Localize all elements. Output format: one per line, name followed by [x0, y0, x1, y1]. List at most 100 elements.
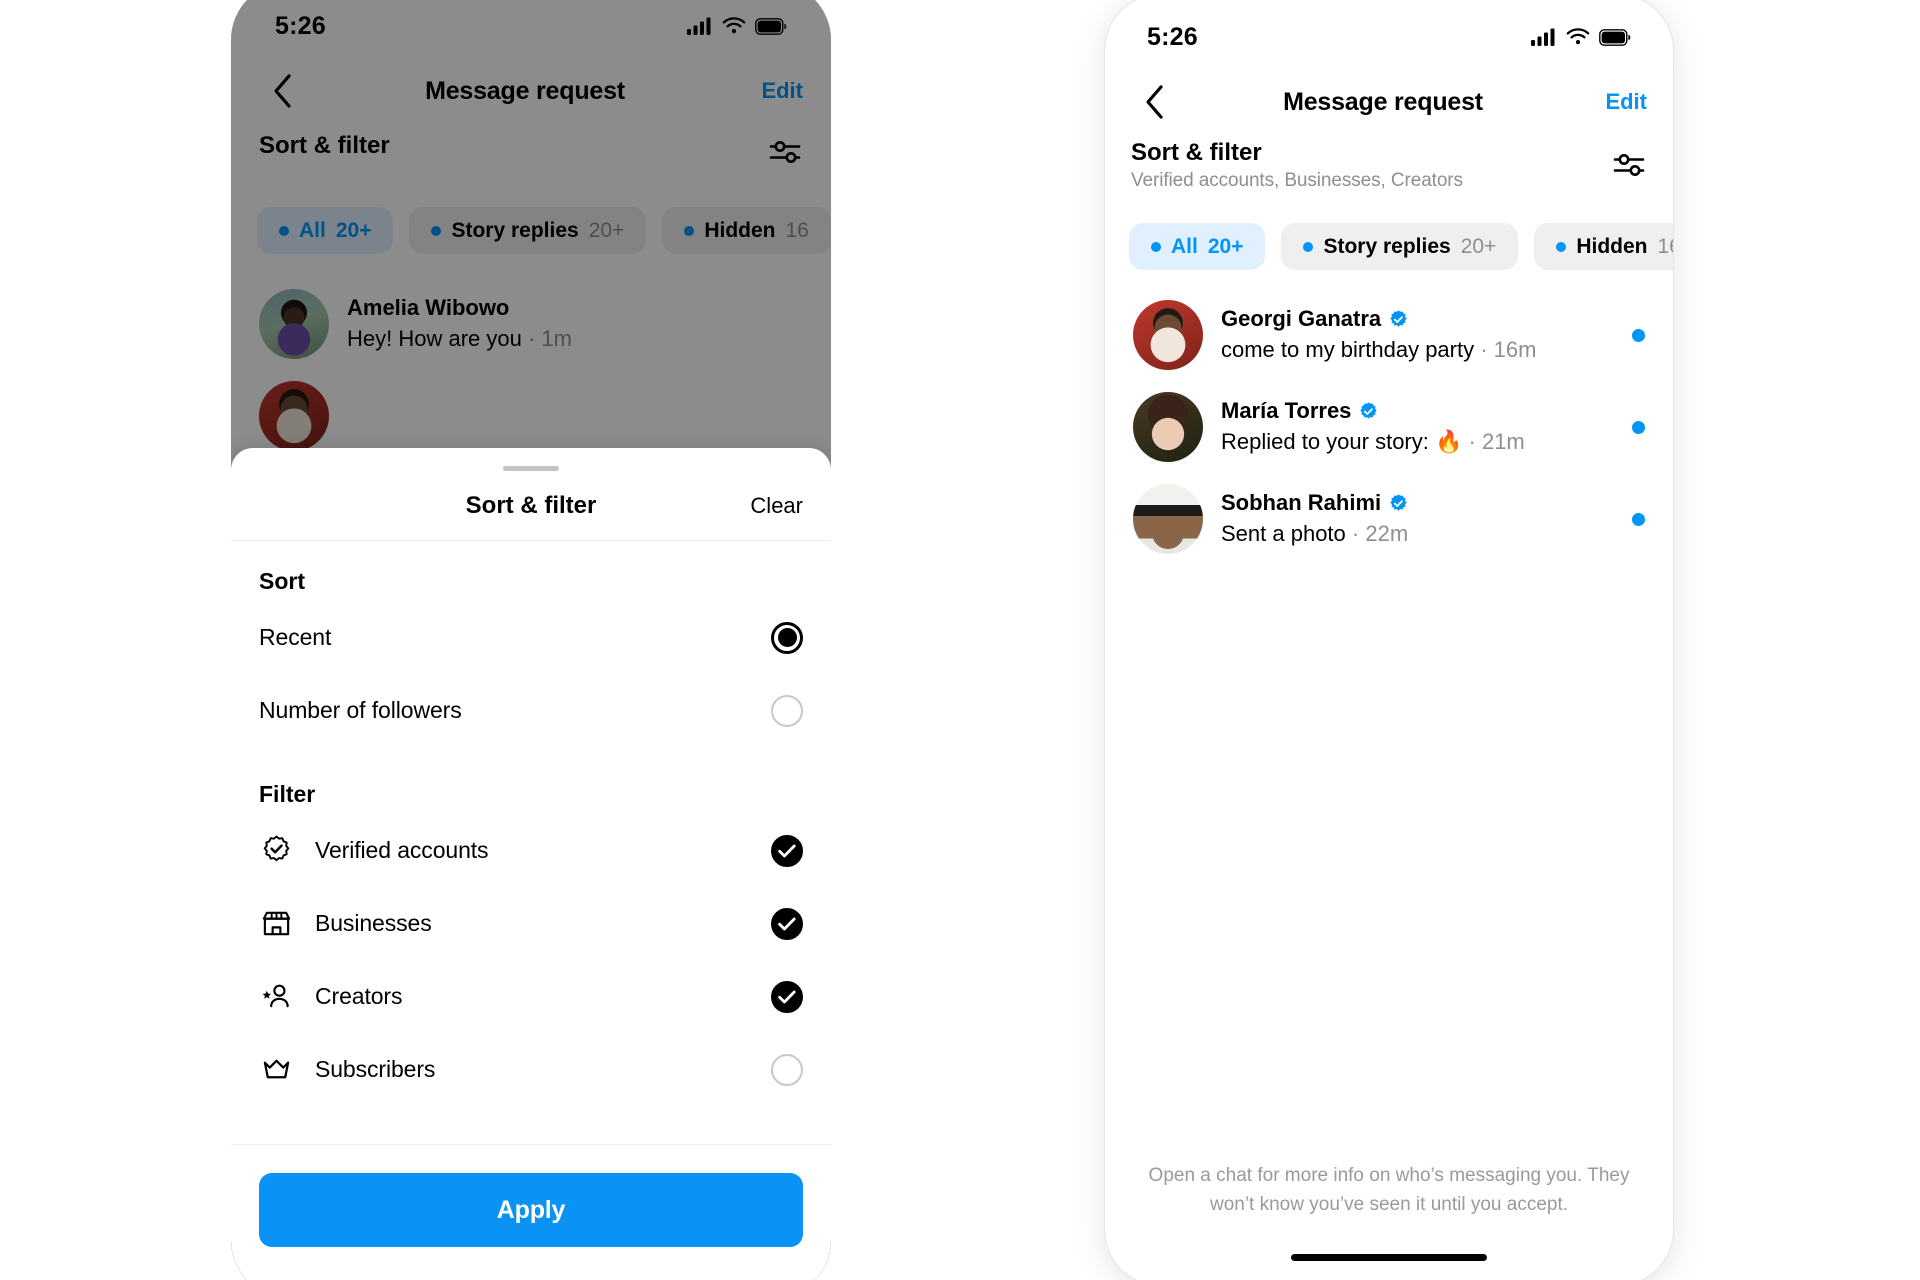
list-item[interactable]: Sobhan Rahimi Sent a photo · 22m — [1105, 473, 1673, 565]
home-indicator — [1291, 1254, 1487, 1261]
radio-recent[interactable] — [771, 621, 803, 654]
disclaimer-line-1: Open a chat for more info on who’s messa… — [1148, 1165, 1630, 1186]
check-icon — [778, 917, 796, 930]
crown-icon — [259, 1054, 293, 1085]
list-item[interactable]: María Torres Replied to your story: 🔥 · … — [1105, 381, 1673, 473]
preview-text: come to my birthday party — [1221, 337, 1475, 363]
checkbox-subscribers[interactable] — [771, 1053, 803, 1086]
screenshot-stage: 5:26 Message request Edit Sort & filter … — [0, 0, 1920, 1280]
sort-filter-subtitle: Verified accounts, Businesses, Creators — [1131, 169, 1463, 191]
check-icon — [778, 990, 796, 1003]
chip-label: Hidden — [1576, 234, 1648, 258]
sender-name: Sobhan Rahimi — [1221, 489, 1382, 515]
sort-filter-button[interactable] — [1613, 139, 1647, 186]
chip-hidden[interactable]: Hidden 16 — [1534, 223, 1673, 270]
sheet-body: Sort Recent Number of followers Filter V… — [231, 541, 831, 1106]
verified-badge-icon — [259, 835, 293, 866]
avatar — [1133, 300, 1203, 370]
message-text: Georgi Ganatra come to my birthday party… — [1221, 305, 1614, 365]
message-preview: come to my birthday party · 16m — [1221, 337, 1537, 363]
filter-option-businesses[interactable]: Businesses — [259, 887, 803, 960]
cellular-signal-icon — [1531, 28, 1555, 46]
preview-time: 16m — [1493, 337, 1537, 363]
check-icon — [778, 844, 796, 857]
preview-text: Sent a photo — [1221, 521, 1346, 547]
option-label: Recent — [259, 624, 332, 650]
chip-label: Story replies — [1323, 234, 1451, 258]
left-screen: 5:26 Message request Edit Sort & filter … — [231, 0, 831, 1280]
filter-chips-right: All 20+ Story replies 20+ Hidden 16 — [1105, 223, 1673, 270]
unread-dot-icon — [1632, 512, 1645, 526]
chip-dot-icon — [1151, 241, 1161, 252]
filter-section-label: Filter — [259, 781, 316, 807]
option-label: Creators — [315, 983, 403, 1009]
filter-option-subscribers[interactable]: Subscribers — [259, 1033, 803, 1106]
right-screen: 5:26 Message request Edit Sort & filter … — [1105, 0, 1673, 1280]
checkbox-verified-accounts[interactable] — [771, 834, 803, 867]
chip-count: 20+ — [1207, 234, 1244, 258]
sort-filter-texts: Sort & filter Verified accounts, Busines… — [1131, 139, 1463, 192]
chip-label: All — [1171, 234, 1198, 258]
message-list-right: Georgi Ganatra come to my birthday party… — [1105, 289, 1673, 565]
clear-button[interactable]: Clear — [750, 493, 803, 519]
avatar — [1133, 484, 1203, 554]
status-time: 5:26 — [1147, 22, 1198, 51]
chip-count: 20+ — [1460, 234, 1497, 258]
edit-button[interactable]: Edit — [1589, 89, 1647, 115]
chip-dot-icon — [1556, 241, 1567, 252]
verified-badge-icon — [1360, 401, 1378, 419]
checkbox-businesses[interactable] — [771, 907, 803, 940]
message-preview: Sent a photo · 22m — [1221, 521, 1409, 547]
filter-option-creators[interactable]: Creators — [259, 960, 803, 1033]
sender-name-row: Sobhan Rahimi — [1221, 489, 1614, 518]
preview-text: Replied to your story: 🔥 — [1221, 429, 1463, 455]
unread-dot-icon — [1632, 328, 1645, 342]
apply-button[interactable]: Apply — [259, 1173, 803, 1247]
status-bar-right: 5:26 — [1105, 15, 1673, 59]
checkbox-creators[interactable] — [771, 980, 803, 1013]
sort-filter-header-right: Sort & filter Verified accounts, Busines… — [1105, 139, 1673, 192]
option-label: Verified accounts — [315, 837, 489, 863]
list-item[interactable]: Georgi Ganatra come to my birthday party… — [1105, 289, 1673, 381]
filter-option-verified-accounts[interactable]: Verified accounts — [259, 814, 803, 887]
chip-all[interactable]: All 20+ — [1129, 223, 1266, 270]
option-label: Businesses — [315, 910, 432, 936]
page-title: Message request — [1283, 87, 1483, 116]
chevron-left-icon — [1146, 85, 1163, 119]
message-text: Sobhan Rahimi Sent a photo · 22m — [1221, 489, 1614, 549]
verified-badge-icon — [1390, 493, 1407, 511]
sheet-header: Sort & filter Clear — [231, 471, 831, 541]
sort-filter-title: Sort & filter — [1131, 139, 1262, 166]
chip-dot-icon — [1303, 241, 1314, 252]
storefront-icon — [259, 908, 293, 939]
back-button[interactable] — [1131, 84, 1177, 120]
option-label: Subscribers — [315, 1056, 436, 1082]
sender-name-row: María Torres — [1221, 397, 1614, 426]
unread-dot-icon — [1632, 420, 1645, 434]
battery-icon — [1599, 28, 1631, 46]
preview-time: 22m — [1365, 521, 1409, 547]
sender-name: María Torres — [1221, 397, 1352, 423]
sort-option-followers[interactable]: Number of followers — [259, 674, 803, 747]
option-label: Number of followers — [259, 697, 462, 723]
sender-name: Georgi Ganatra — [1221, 305, 1382, 331]
chip-story-replies[interactable]: Story replies 20+ — [1281, 223, 1519, 270]
sort-section-label: Sort — [259, 568, 305, 594]
sort-filter-sheet: Sort & filter Clear Sort Recent Number o… — [231, 448, 831, 1280]
sheet-title: Sort & filter — [465, 491, 597, 519]
status-indicators — [1531, 28, 1631, 46]
wifi-icon — [1566, 28, 1590, 45]
request-disclaimer: Open a chat for more info on who’s messa… — [1105, 1162, 1673, 1219]
avatar — [1133, 392, 1203, 462]
disclaimer-line-2: won’t know you’ve seen it until you acce… — [1209, 1193, 1569, 1215]
verified-badge-icon — [1390, 309, 1407, 327]
message-text: María Torres Replied to your story: 🔥 · … — [1221, 397, 1614, 457]
radio-number-of-followers[interactable] — [771, 694, 803, 727]
nav-bar-right: Message request Edit — [1105, 71, 1673, 133]
message-preview: Replied to your story: 🔥 · 21m — [1221, 429, 1525, 455]
sheet-footer: Apply — [231, 1144, 831, 1280]
sliders-icon — [1613, 154, 1645, 176]
phone-right: 5:26 Message request Edit Sort & filter … — [1104, 0, 1674, 1280]
sort-option-recent[interactable]: Recent — [259, 601, 803, 674]
sender-name-row: Georgi Ganatra — [1221, 305, 1614, 334]
